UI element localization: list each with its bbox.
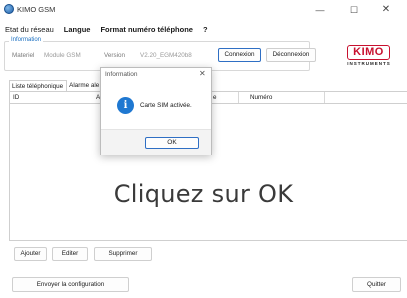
minimize-button[interactable]: — (306, 2, 334, 18)
delete-button[interactable]: Supprimer (94, 247, 152, 261)
instruction-overlay: Cliquez sur OK (113, 180, 294, 208)
column-numero[interactable]: Numéro (250, 94, 272, 101)
maximize-button[interactable]: ☐ (340, 2, 368, 18)
window-title: KIMO GSM (17, 5, 56, 14)
column-id[interactable]: ID (13, 94, 19, 101)
dialog-title: Information (105, 71, 138, 78)
column-separator (238, 92, 239, 103)
menu-bar: Etat du réseau Langue Format numéro télé… (0, 22, 407, 37)
connexion-button[interactable]: Connexion (218, 48, 261, 62)
version-value: V2.20_EGM420b8 (140, 52, 192, 59)
quit-button[interactable]: Quitter (352, 277, 401, 292)
title-bar: KIMO GSM — ☐ ✕ (0, 0, 407, 22)
menu-help[interactable]: ? (198, 25, 213, 34)
dialog-close-button[interactable]: ✕ (199, 69, 206, 78)
kimo-brand: KIMO (347, 45, 390, 60)
info-icon: i (117, 97, 134, 114)
send-configuration-button[interactable]: Envoyer la configuration (12, 277, 129, 292)
materiel-value: Module GSM (44, 52, 81, 59)
column-type[interactable]: e (213, 94, 217, 101)
information-legend: Information (9, 37, 44, 43)
column-separator (324, 92, 325, 103)
menu-format-numero[interactable]: Format numéro téléphone (95, 25, 198, 34)
information-dialog: Information ✕ i Carte SIM activée. OK (100, 67, 212, 155)
close-window-button[interactable]: ✕ (372, 2, 400, 18)
add-button[interactable]: Ajouter (14, 247, 47, 261)
menu-etat-reseau[interactable]: Etat du réseau (0, 25, 59, 34)
materiel-label: Materiel (12, 52, 35, 59)
menu-langue[interactable]: Langue (59, 25, 96, 34)
dialog-message: Carte SIM activée. (140, 102, 192, 109)
ok-button[interactable]: OK (145, 137, 199, 149)
deconnexion-button[interactable]: Déconnexion (266, 48, 316, 62)
version-label: Version (104, 52, 126, 59)
kimo-app-icon (4, 4, 14, 14)
edit-button[interactable]: Editer (52, 247, 88, 261)
kimo-logo: KIMO INSTRUMENTS (339, 45, 399, 69)
kimo-subtitle: INSTRUMENTS (347, 61, 391, 66)
